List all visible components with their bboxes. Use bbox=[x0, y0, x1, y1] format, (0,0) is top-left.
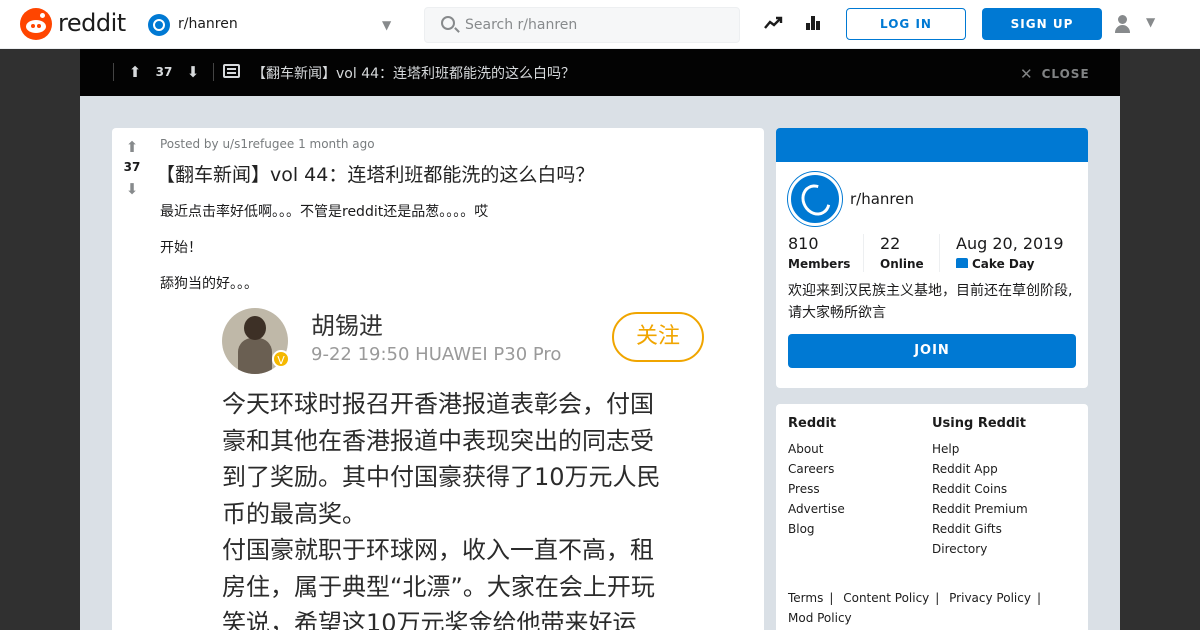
community-name[interactable]: r/hanren bbox=[850, 190, 914, 208]
cake-day-stat: Aug 20, 2019 Cake Day bbox=[956, 234, 1064, 271]
post-overlay-bar: ⬆ 37 ⬇ 【翻车新闻】vol 44：连塔利班都能洗的这么白吗？ ✕ CLOSE bbox=[80, 49, 1120, 96]
upvote-arrow-icon[interactable]: ⬆ bbox=[126, 63, 144, 81]
reddit-logo-icon[interactable] bbox=[20, 8, 52, 40]
comment-icon bbox=[223, 64, 240, 78]
footer-link[interactable]: Advertise bbox=[788, 502, 845, 522]
footer-column-title: Using Reddit bbox=[932, 416, 1026, 431]
overlay-post-title: 【翻车新闻】vol 44：连塔利班都能洗的这么白吗？ bbox=[252, 66, 576, 82]
image-text-line: 豪和其他在香港报道中表现突出的同志受 bbox=[222, 426, 654, 455]
image-text-line: 付国豪就职于环球网，收入一直不高，租 bbox=[222, 536, 654, 564]
footer-column-reddit: Reddit About Careers Press Advertise Blo… bbox=[788, 416, 845, 542]
footer-link[interactable]: Directory bbox=[932, 542, 1028, 562]
all-stats-icon[interactable] bbox=[802, 13, 824, 35]
image-text-line: 到了奖励。其中付国豪获得了10万元人民 bbox=[222, 463, 661, 491]
vote-column: ⬆ 37 ⬇ bbox=[112, 128, 152, 630]
upvote-arrow-icon[interactable]: ⬆ bbox=[123, 138, 141, 156]
subreddit-switcher[interactable]: r/hanren ▼ bbox=[148, 12, 408, 38]
community-icon bbox=[788, 172, 842, 226]
footer-link[interactable]: About bbox=[788, 442, 845, 462]
top-header: reddit r/hanren ▼ LOG IN SIGN UP ▼ bbox=[0, 0, 1200, 49]
footer-link[interactable]: Blog bbox=[788, 522, 845, 542]
policy-links: Terms | Content Policy | Privacy Policy | M… bbox=[788, 591, 1041, 625]
terms-link[interactable]: Terms bbox=[788, 591, 823, 605]
overlay-score: 37 bbox=[155, 65, 173, 79]
mod-policy-link[interactable]: Mod Policy bbox=[788, 611, 852, 625]
search-input[interactable] bbox=[465, 15, 725, 35]
downvote-arrow-icon[interactable]: ⬇ bbox=[184, 63, 202, 81]
subreddit-icon bbox=[148, 14, 170, 36]
signup-button[interactable]: SIGN UP bbox=[982, 8, 1102, 40]
search-bar bbox=[424, 7, 740, 43]
footer-link[interactable]: Reddit Gifts bbox=[932, 522, 1028, 542]
post-meta: Posted by u/s1refugee 1 month ago bbox=[160, 137, 375, 151]
popular-trending-icon[interactable] bbox=[762, 13, 784, 35]
user-icon bbox=[1118, 15, 1127, 24]
footer-link[interactable]: Reddit App bbox=[932, 462, 1028, 482]
chevron-down-icon: ▼ bbox=[1146, 15, 1156, 29]
image-author-name: 胡锡进 bbox=[311, 312, 383, 340]
image-date-device: 9-22 19:50 HUAWEI P30 Pro bbox=[311, 344, 562, 365]
user-menu-dropdown[interactable]: ▼ bbox=[1114, 12, 1164, 36]
reddit-wordmark[interactable]: reddit bbox=[58, 9, 126, 37]
members-stat: 810 Members bbox=[788, 234, 851, 271]
login-button[interactable]: LOG IN bbox=[846, 8, 966, 40]
community-description: 欢迎来到汉民族主义基地，目前还在草创阶段,请大家畅所欲言 bbox=[788, 283, 1073, 321]
privacy-policy-link[interactable]: Privacy Policy bbox=[949, 591, 1031, 605]
image-text-line: 笑说，希望这10万元奖金给他带来好运 bbox=[222, 609, 637, 630]
footer-link[interactable]: Press bbox=[788, 482, 845, 502]
post-card: ⬆ 37 ⬇ Posted by u/s1refugee 1 month ago… bbox=[112, 128, 764, 630]
image-text-line: 今天环球时报召开香港报道表彰会，付国 bbox=[222, 390, 654, 418]
footer-link[interactable]: Reddit Coins bbox=[932, 482, 1028, 502]
image-follow-button: 关注 bbox=[612, 312, 704, 362]
footer-link[interactable]: Careers bbox=[788, 462, 845, 482]
post-title: 【翻车新闻】vol 44：连塔利班都能洗的这么白吗？ bbox=[156, 164, 595, 186]
image-text-block: 今天环球时报召开香港报道表彰会，付国 豪和其他在香港报道中表现突出的同志受 到了… bbox=[222, 386, 712, 630]
community-banner bbox=[776, 128, 1088, 162]
cake-icon bbox=[956, 258, 968, 268]
online-stat: 22 Online bbox=[880, 234, 924, 271]
body-paragraph: 开始！ bbox=[160, 240, 202, 256]
footer-link[interactable]: Help bbox=[932, 442, 1028, 462]
post-embedded-image[interactable]: V 胡锡进 9-22 19:50 HUAWEI P30 Pro 关注 今天环球时… bbox=[200, 294, 720, 630]
footer-column-using-reddit: Using Reddit Help Reddit App Reddit Coin… bbox=[932, 416, 1028, 562]
close-button[interactable]: ✕ CLOSE bbox=[1020, 64, 1090, 83]
chevron-down-icon: ▼ bbox=[382, 18, 392, 32]
verified-badge-icon: V bbox=[272, 350, 290, 368]
image-text-line: 房住，属于典型“北漂”。大家在会上开玩 bbox=[222, 572, 655, 601]
footer-column-title: Reddit bbox=[788, 416, 837, 431]
about-community-card: r/hanren 810 Members 22 Online Aug 20, 2… bbox=[776, 128, 1088, 388]
footer-links-card: Reddit About Careers Press Advertise Blo… bbox=[776, 404, 1088, 630]
subreddit-switcher-label: r/hanren bbox=[178, 16, 238, 32]
close-icon: ✕ bbox=[1020, 65, 1034, 83]
image-text-line: 币的最高奖。 bbox=[222, 499, 366, 528]
content-policy-link[interactable]: Content Policy bbox=[843, 591, 929, 605]
search-icon bbox=[441, 16, 455, 30]
body-paragraph: 最近点击率好低啊。。。不管是reddit还是品葱。。。。哎 bbox=[160, 204, 489, 220]
downvote-arrow-icon[interactable]: ⬇ bbox=[123, 180, 141, 198]
post-score: 37 bbox=[123, 160, 141, 174]
footer-link[interactable]: Reddit Premium bbox=[932, 502, 1028, 522]
join-button[interactable]: JOIN bbox=[788, 334, 1076, 368]
